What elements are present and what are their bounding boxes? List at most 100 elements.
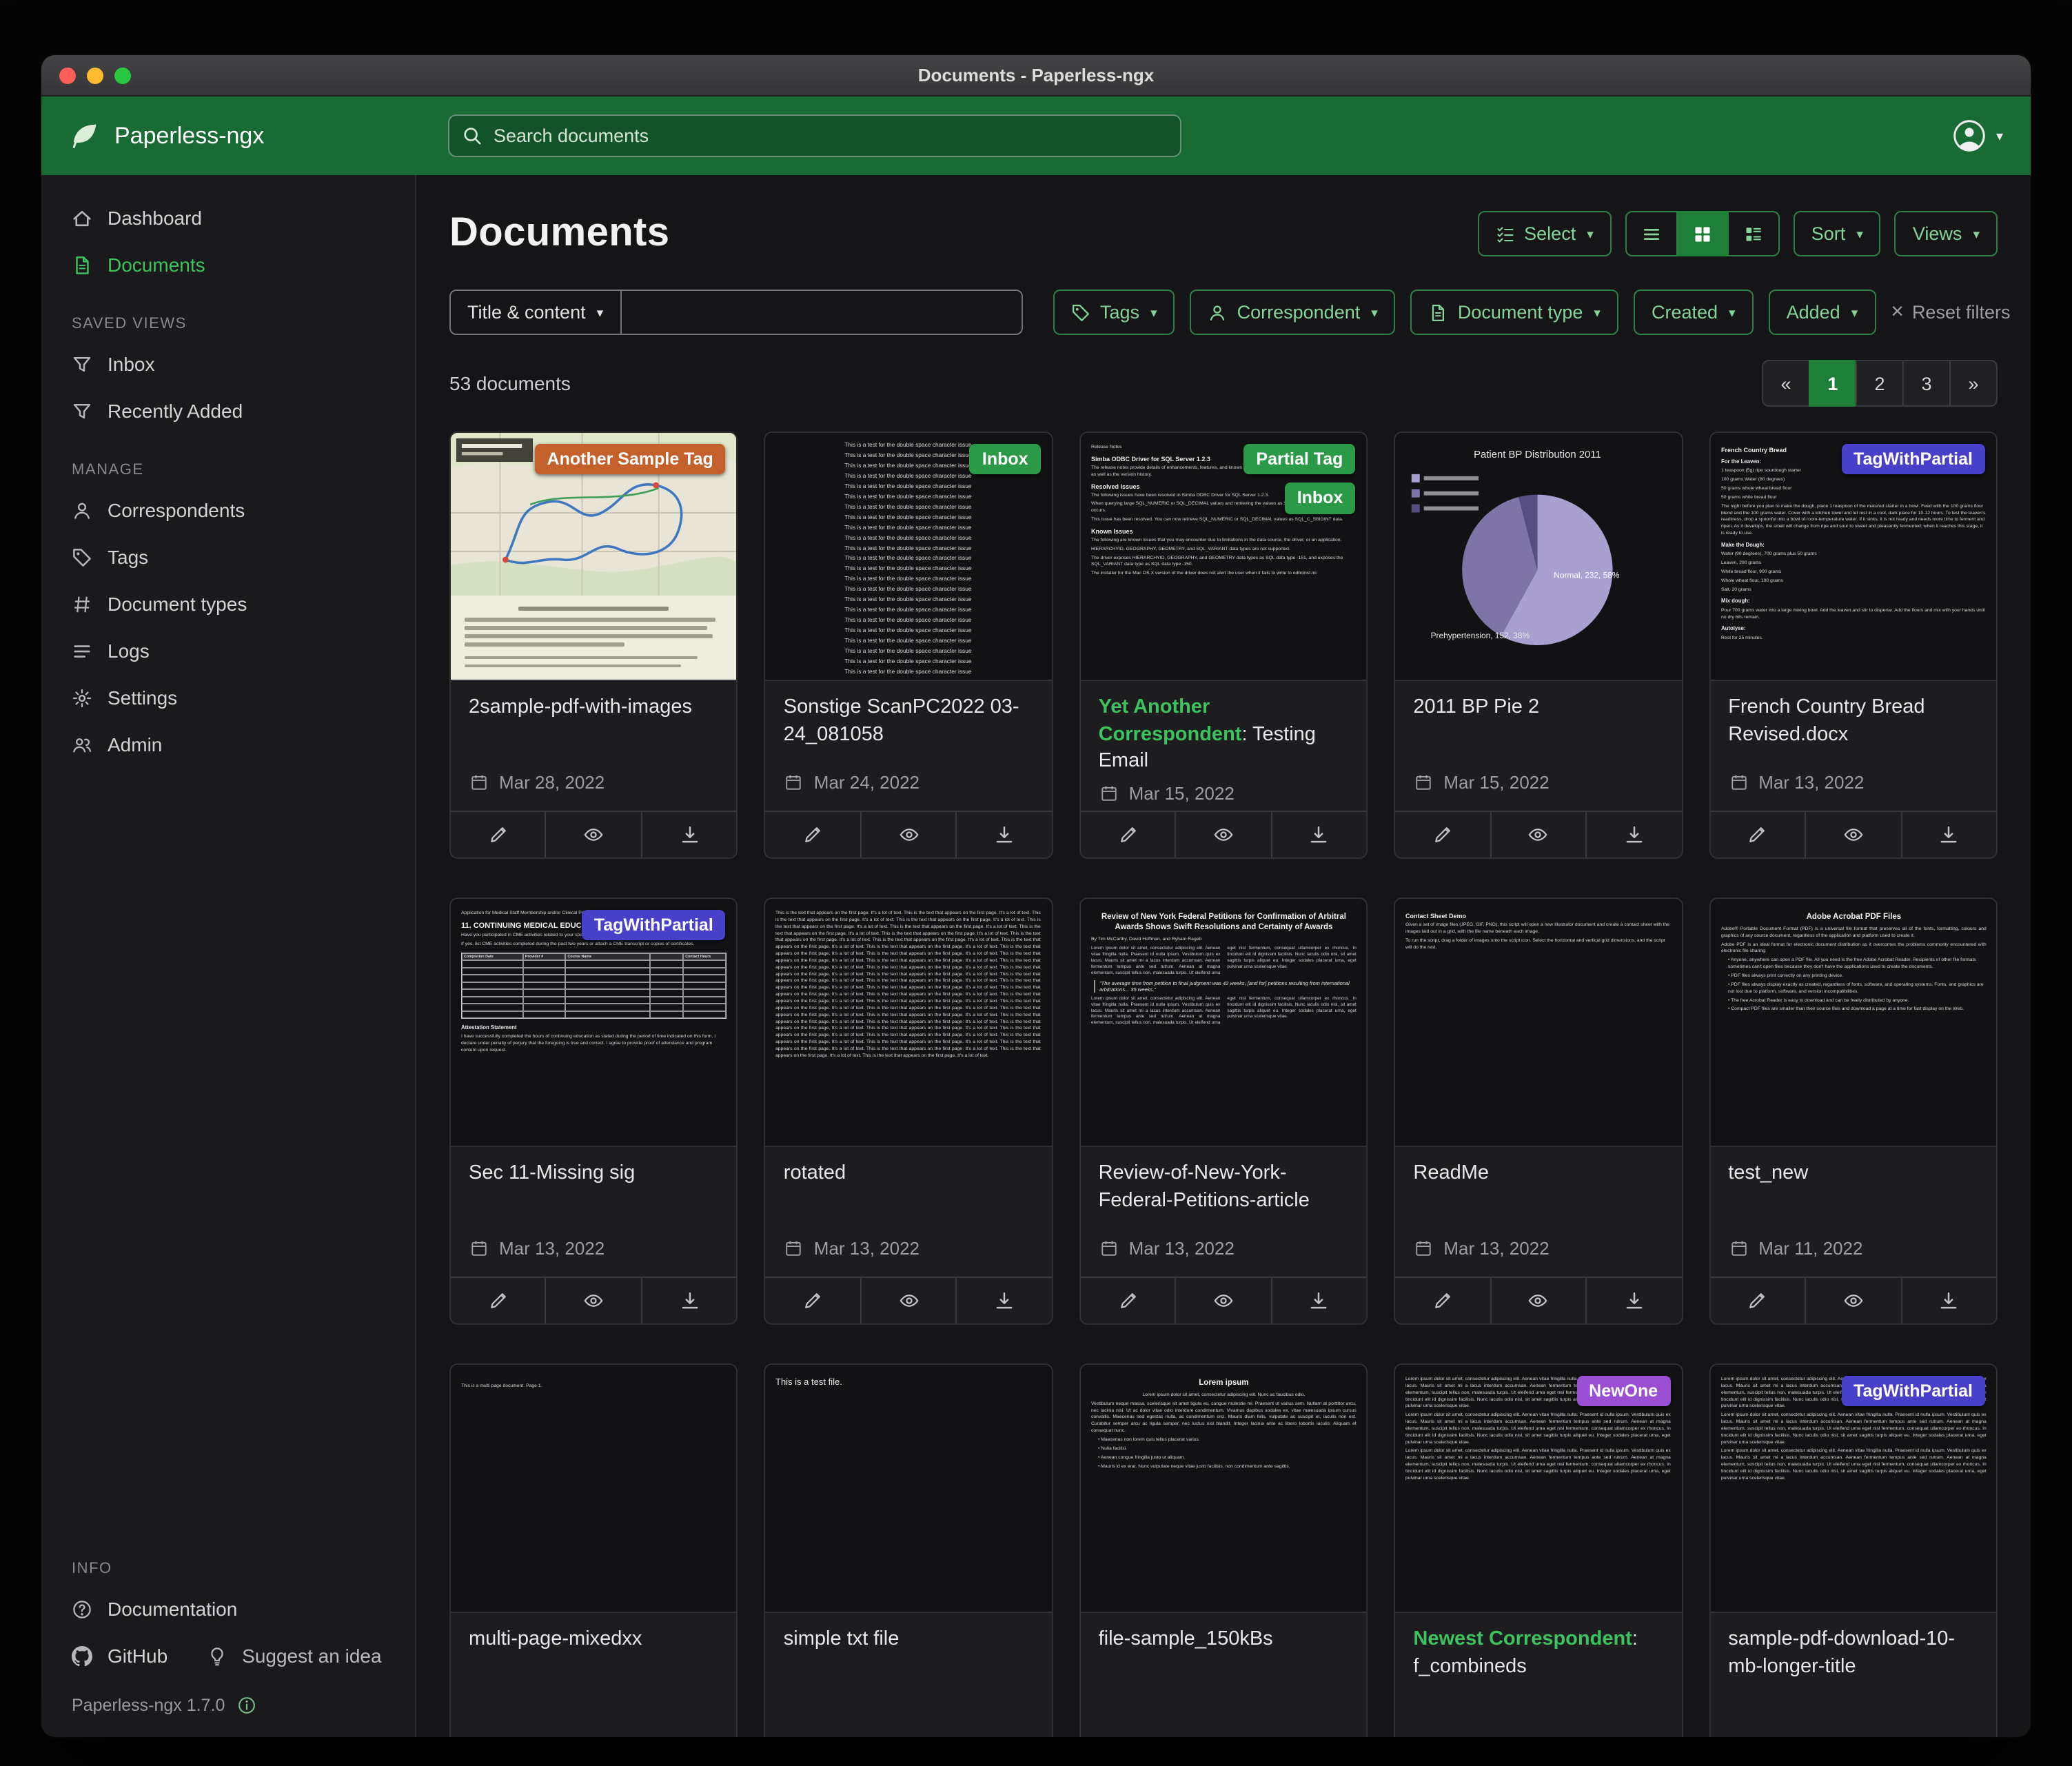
created-filter-button[interactable]: Created ▾ [1634, 290, 1754, 335]
document-thumbnail[interactable]: This is a test file. [766, 1365, 1052, 1613]
download-document-button[interactable] [641, 1278, 737, 1323]
title-content-input[interactable] [621, 290, 1023, 335]
document-thumbnail[interactable]: Application for Medical Staff Membership… [451, 899, 737, 1147]
download-document-button[interactable] [1270, 812, 1366, 857]
view-document-button[interactable] [1490, 812, 1585, 857]
edit-document-button[interactable] [451, 812, 545, 857]
document-card[interactable]: Lorem ipsum dolor sit amet, consectetur … [1394, 1363, 1683, 1737]
sidebar-item-recently-added[interactable]: Recently Added [41, 387, 415, 434]
document-card[interactable]: Lorem ipsum dolor sit amet, consectetur … [1709, 1363, 1998, 1737]
list-view-button[interactable] [1625, 211, 1678, 256]
view-document-button[interactable] [1490, 1278, 1585, 1323]
view-document-button[interactable] [1175, 812, 1271, 857]
grid-view-button[interactable] [1678, 211, 1729, 256]
document-card[interactable]: This is the text that appears on the fir… [764, 897, 1053, 1325]
detail-view-button[interactable] [1729, 211, 1780, 256]
sidebar-item-settings[interactable]: Settings [41, 674, 415, 721]
document-thumbnail[interactable]: Lorem ipsumLorem ipsum dolor sit amet, c… [1081, 1365, 1367, 1613]
document-card[interactable]: Review of New York Federal Petitions for… [1079, 897, 1368, 1325]
download-document-button[interactable] [956, 1278, 1052, 1323]
document-title[interactable]: Sec 11-Missing sig [469, 1161, 719, 1188]
title-content-dropdown[interactable]: Title & content ▾ [449, 290, 621, 335]
document-title[interactable]: multi-page-mixedxx [469, 1627, 719, 1654]
sidebar-item-admin[interactable]: Admin [41, 721, 415, 768]
document-card[interactable]: Application for Medical Staff Membership… [449, 897, 738, 1325]
view-document-button[interactable] [1805, 812, 1900, 857]
sidebar-item-tags[interactable]: Tags [41, 534, 415, 580]
document-thumbnail[interactable]: Review of New York Federal Petitions for… [1081, 899, 1367, 1147]
document-title[interactable]: Sonstige ScanPC2022 03-24_081058 [784, 695, 1034, 749]
download-document-button[interactable] [1270, 1278, 1366, 1323]
download-document-button[interactable] [1585, 812, 1681, 857]
global-search-input[interactable] [494, 125, 1168, 146]
sidebar-item-suggest-an-idea[interactable]: Suggest an idea [198, 1632, 412, 1679]
view-document-button[interactable] [860, 1278, 956, 1323]
download-document-button[interactable] [1585, 1278, 1681, 1323]
document-card[interactable]: This is a multi page document. Page 1. mu… [449, 1363, 738, 1737]
document-title[interactable]: 2sample-pdf-with-images [469, 695, 719, 722]
edit-document-button[interactable] [766, 812, 860, 857]
edit-document-button[interactable] [1395, 812, 1490, 857]
document-title[interactable]: ReadMe [1413, 1161, 1663, 1188]
edit-document-button[interactable] [1710, 812, 1805, 857]
added-filter-button[interactable]: Added ▾ [1769, 290, 1876, 335]
tag-badge[interactable]: TagWithPartial [1841, 1376, 1985, 1407]
sidebar-item-logs[interactable]: Logs [41, 627, 415, 674]
tag-badge[interactable]: Inbox [1285, 483, 1356, 514]
download-document-button[interactable] [956, 812, 1052, 857]
pagination-page-1[interactable]: 1 [1809, 360, 1857, 407]
document-thumbnail[interactable]: Release NotesSimba ODBC Driver for SQL S… [1081, 433, 1367, 681]
global-search[interactable] [448, 114, 1181, 157]
document-title[interactable]: Newest Correspondent: f_combineds [1413, 1627, 1663, 1681]
document-title[interactable]: file-sample_150kBs [1099, 1627, 1349, 1654]
document-thumbnail[interactable]: French Country BreadFor the Leaven:1 tea… [1710, 433, 1996, 681]
document-title[interactable]: French Country Bread Revised.docx [1728, 695, 1978, 749]
sidebar-item-dashboard[interactable]: Dashboard [41, 194, 415, 241]
document-card[interactable]: French Country BreadFor the Leaven:1 tea… [1709, 432, 1998, 859]
select-button[interactable]: Select ▾ [1477, 211, 1612, 256]
pagination-next-button[interactable]: » [1949, 360, 1998, 407]
sidebar-item-documents[interactable]: Documents [41, 241, 415, 288]
document-title[interactable]: Yet Another Correspondent: Testing Email [1099, 695, 1349, 775]
document-card[interactable]: This is a test file. simple txt file [764, 1363, 1053, 1737]
document-title[interactable]: test_new [1728, 1161, 1978, 1188]
document-thumbnail[interactable]: Lorem ipsum dolor sit amet, consectetur … [1710, 1365, 1996, 1613]
document-card[interactable]: Contact Sheet DemoGiven a set of image f… [1394, 897, 1683, 1325]
edit-document-button[interactable] [1710, 1278, 1805, 1323]
view-document-button[interactable] [1805, 1278, 1900, 1323]
view-document-button[interactable] [1175, 1278, 1271, 1323]
document-card[interactable]: This is a test for the double space char… [764, 432, 1053, 859]
download-document-button[interactable] [1900, 812, 1996, 857]
tag-badge[interactable]: Inbox [970, 444, 1041, 475]
document-title[interactable]: rotated [784, 1161, 1034, 1188]
sidebar-item-correspondents[interactable]: Correspondents [41, 487, 415, 534]
sidebar-item-inbox[interactable]: Inbox [41, 341, 415, 387]
pagination-page-2[interactable]: 2 [1856, 360, 1904, 407]
document-thumbnail[interactable]: This is a multi page document. Page 1. [451, 1365, 737, 1613]
user-menu[interactable]: ▾ [1952, 119, 2003, 153]
edit-document-button[interactable] [1395, 1278, 1490, 1323]
document-type-filter-button[interactable]: Document type ▾ [1411, 290, 1618, 335]
app-brand[interactable]: Paperless-ngx [69, 120, 448, 152]
view-document-button[interactable] [545, 812, 641, 857]
document-title[interactable]: Review-of-New-York-Federal-Petitions-art… [1099, 1161, 1349, 1215]
zoom-window-button[interactable] [114, 67, 131, 83]
download-document-button[interactable] [1900, 1278, 1996, 1323]
edit-document-button[interactable] [766, 1278, 860, 1323]
document-correspondent[interactable]: Newest Correspondent [1413, 1628, 1632, 1650]
close-window-button[interactable] [59, 67, 76, 83]
sidebar-item-document-types[interactable]: Document types [41, 580, 415, 627]
tag-badge[interactable]: NewOne [1576, 1376, 1670, 1407]
document-title[interactable]: simple txt file [784, 1627, 1034, 1654]
tag-badge[interactable]: TagWithPartial [1841, 444, 1985, 475]
document-correspondent[interactable]: Yet Another Correspondent [1099, 696, 1242, 745]
document-thumbnail[interactable]: Patient BP Distribution 2011Normal, 232,… [1395, 433, 1681, 681]
document-thumbnail[interactable]: Another Sample Tag [451, 433, 737, 681]
document-thumbnail[interactable]: Contact Sheet DemoGiven a set of image f… [1395, 899, 1681, 1147]
document-card[interactable]: Lorem ipsumLorem ipsum dolor sit amet, c… [1079, 1363, 1368, 1737]
document-thumbnail[interactable]: This is the text that appears on the fir… [766, 899, 1052, 1147]
tag-badge[interactable]: Partial Tag [1243, 444, 1355, 475]
sidebar-item-github[interactable]: GitHub [41, 1632, 198, 1679]
edit-document-button[interactable] [451, 1278, 545, 1323]
document-card[interactable]: Patient BP Distribution 2011Normal, 232,… [1394, 432, 1683, 859]
